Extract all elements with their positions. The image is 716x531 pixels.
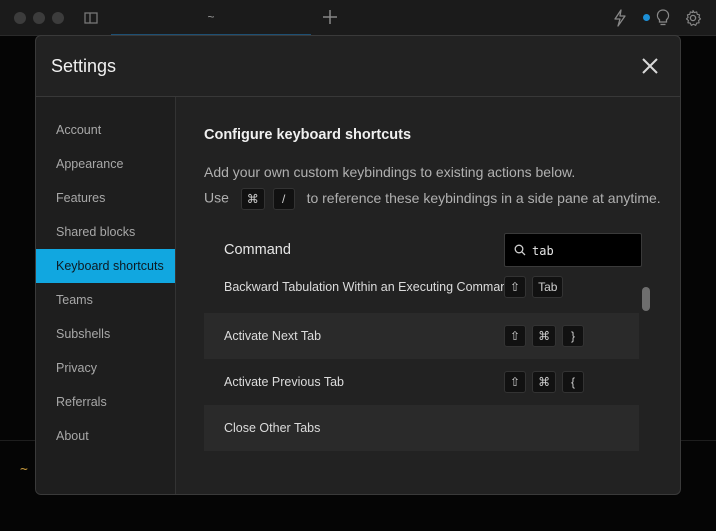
settings-sidebar: Account Appearance Features Shared block… bbox=[36, 97, 176, 494]
brace-key: } bbox=[562, 325, 585, 347]
brace-key: { bbox=[562, 371, 585, 393]
shift-key: ⇧ bbox=[504, 276, 527, 298]
modal-title: Settings bbox=[51, 56, 117, 76]
shortcut-row-backward-tabulation[interactable]: Backward Tabulation Within an Executing … bbox=[204, 271, 639, 310]
sidebar-item-keyboard-shortcuts[interactable]: Keyboard shortcuts bbox=[36, 249, 175, 283]
shift-key: ⇧ bbox=[504, 325, 527, 347]
close-icon bbox=[642, 58, 658, 74]
scrollbar-thumb[interactable] bbox=[642, 287, 650, 311]
cmd-key: ⌘ bbox=[532, 371, 557, 393]
settings-content: Configure keyboard shortcuts Add your ow… bbox=[176, 97, 680, 494]
sidebar-item-features[interactable]: Features bbox=[36, 181, 175, 215]
tab-terminal[interactable]: ~ bbox=[111, 0, 311, 36]
tab-key: Tab bbox=[532, 276, 564, 298]
shortcut-label: Backward Tabulation Within an Executing … bbox=[224, 280, 515, 294]
close-window-button[interactable] bbox=[14, 12, 26, 24]
window-titlebar: ~ bbox=[0, 0, 716, 36]
shortcut-row-close-other-tabs[interactable]: Close Other Tabs bbox=[204, 405, 639, 451]
shortcut-keys[interactable]: ⇧ ⌘ { bbox=[504, 371, 585, 393]
maximize-window-button[interactable] bbox=[52, 12, 64, 24]
search-icon bbox=[514, 244, 526, 256]
shortcut-row-activate-previous-tab[interactable]: Activate Previous Tab ⇧ ⌘ { bbox=[204, 359, 639, 405]
modal-header: Settings bbox=[36, 36, 680, 97]
new-tab-icon[interactable] bbox=[322, 9, 338, 30]
panels-icon[interactable] bbox=[84, 11, 98, 30]
slash-key: / bbox=[272, 188, 295, 210]
shortcut-label: Activate Next Tab bbox=[224, 329, 322, 343]
shortcut-keys[interactable]: ⇧ ⌘ } bbox=[504, 325, 585, 347]
section-title: Configure keyboard shortcuts bbox=[204, 127, 412, 143]
shortcut-list: Backward Tabulation Within an Executing … bbox=[204, 271, 639, 456]
gear-icon[interactable] bbox=[684, 9, 702, 32]
sidebar-item-appearance[interactable]: Appearance bbox=[36, 147, 175, 181]
cmd-key: ⌘ bbox=[240, 188, 265, 210]
description-use: Use bbox=[204, 189, 229, 206]
settings-modal: Settings Account Appearance Features Sha… bbox=[35, 35, 681, 495]
sidebar-item-about[interactable]: About bbox=[36, 419, 175, 453]
shortcut-label: Activate Previous Tab bbox=[224, 375, 344, 389]
lightbulb-icon[interactable] bbox=[655, 9, 671, 32]
shortcut-keys[interactable]: ⇧ Tab bbox=[504, 276, 564, 298]
shortcut-row-activate-next-tab[interactable]: Activate Next Tab ⇧ ⌘ } bbox=[204, 313, 639, 359]
cmd-key: ⌘ bbox=[532, 325, 557, 347]
command-column-header: Command bbox=[224, 242, 291, 258]
sidebar-item-subshells[interactable]: Subshells bbox=[36, 317, 175, 351]
sidebar-item-teams[interactable]: Teams bbox=[36, 283, 175, 317]
sidebar-item-account[interactable]: Account bbox=[36, 113, 175, 147]
shift-key: ⇧ bbox=[504, 371, 527, 393]
close-button[interactable] bbox=[640, 56, 660, 76]
lightning-icon[interactable] bbox=[612, 9, 628, 32]
sidebar-item-referrals[interactable]: Referrals bbox=[36, 385, 175, 419]
search-input[interactable] bbox=[530, 234, 639, 268]
sidebar-item-privacy[interactable]: Privacy bbox=[36, 351, 175, 385]
description-line: Add your own custom keybindings to exist… bbox=[204, 164, 576, 180]
description-rest: to reference these keybindings in a side… bbox=[306, 189, 661, 206]
tab-title: ~ bbox=[207, 10, 215, 24]
description-shortcut-hint: Use ⌘ / to reference these keybindings i… bbox=[204, 188, 661, 210]
search-field[interactable] bbox=[504, 233, 642, 268]
terminal-prompt: ~ bbox=[20, 462, 28, 477]
minimize-window-button[interactable] bbox=[33, 12, 45, 24]
sidebar-item-shared-blocks[interactable]: Shared blocks bbox=[36, 215, 175, 249]
shortcut-label: Close Other Tabs bbox=[224, 421, 321, 435]
notification-dot bbox=[643, 14, 650, 21]
